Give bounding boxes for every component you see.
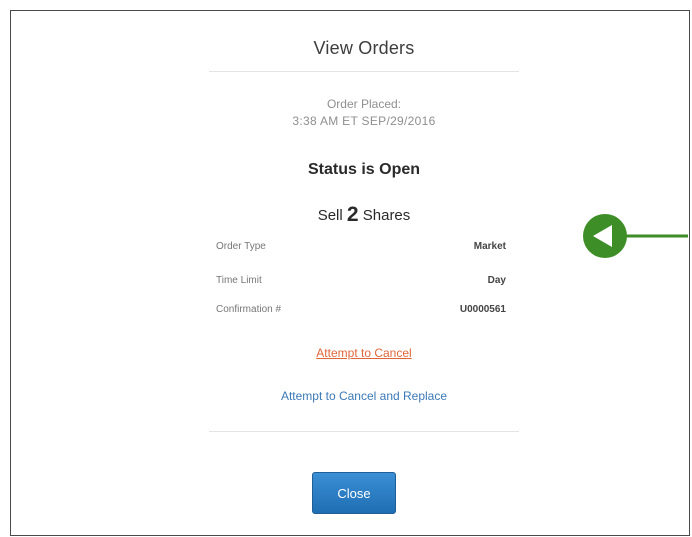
close-button[interactable]: Close (312, 472, 396, 514)
order-summary: Sell 2 Shares (209, 204, 519, 227)
footer-divider (209, 431, 519, 432)
order-placed-label: Order Placed: (326, 97, 402, 111)
detail-value: Day (487, 275, 506, 286)
detail-label: Confirmation # (216, 304, 282, 315)
left-arrow-callout-icon (583, 214, 688, 258)
attempt-to-cancel-and-replace-link[interactable]: Attempt to Cancel and Replace (209, 389, 519, 403)
modal-frame: View Orders Order Placed: 3:38 AM ET SEP… (10, 10, 690, 536)
order-placed-time: 3:38 AM ET SEP/29/2016 (292, 114, 436, 128)
dialog-title: View Orders (313, 38, 415, 58)
attempt-to-cancel-link[interactable]: Attempt to Cancel (209, 346, 519, 360)
order-action: Sell (317, 207, 343, 224)
order-status: Status is Open (307, 161, 421, 178)
order-quantity: 2 (346, 203, 359, 226)
detail-row-order-type: Order Type Market (216, 241, 506, 259)
detail-row-confirmation: Confirmation # U0000561 (216, 304, 506, 322)
order-unit: Shares (362, 207, 411, 224)
detail-label: Time Limit (216, 275, 262, 286)
detail-value: Market (473, 241, 506, 252)
detail-row-time-limit: Time Limit Day (216, 275, 506, 293)
detail-label: Order Type (216, 241, 266, 252)
title-divider (209, 71, 519, 72)
view-orders-panel: View Orders Order Placed: 3:38 AM ET SEP… (209, 11, 519, 535)
detail-value: U0000561 (459, 304, 506, 315)
